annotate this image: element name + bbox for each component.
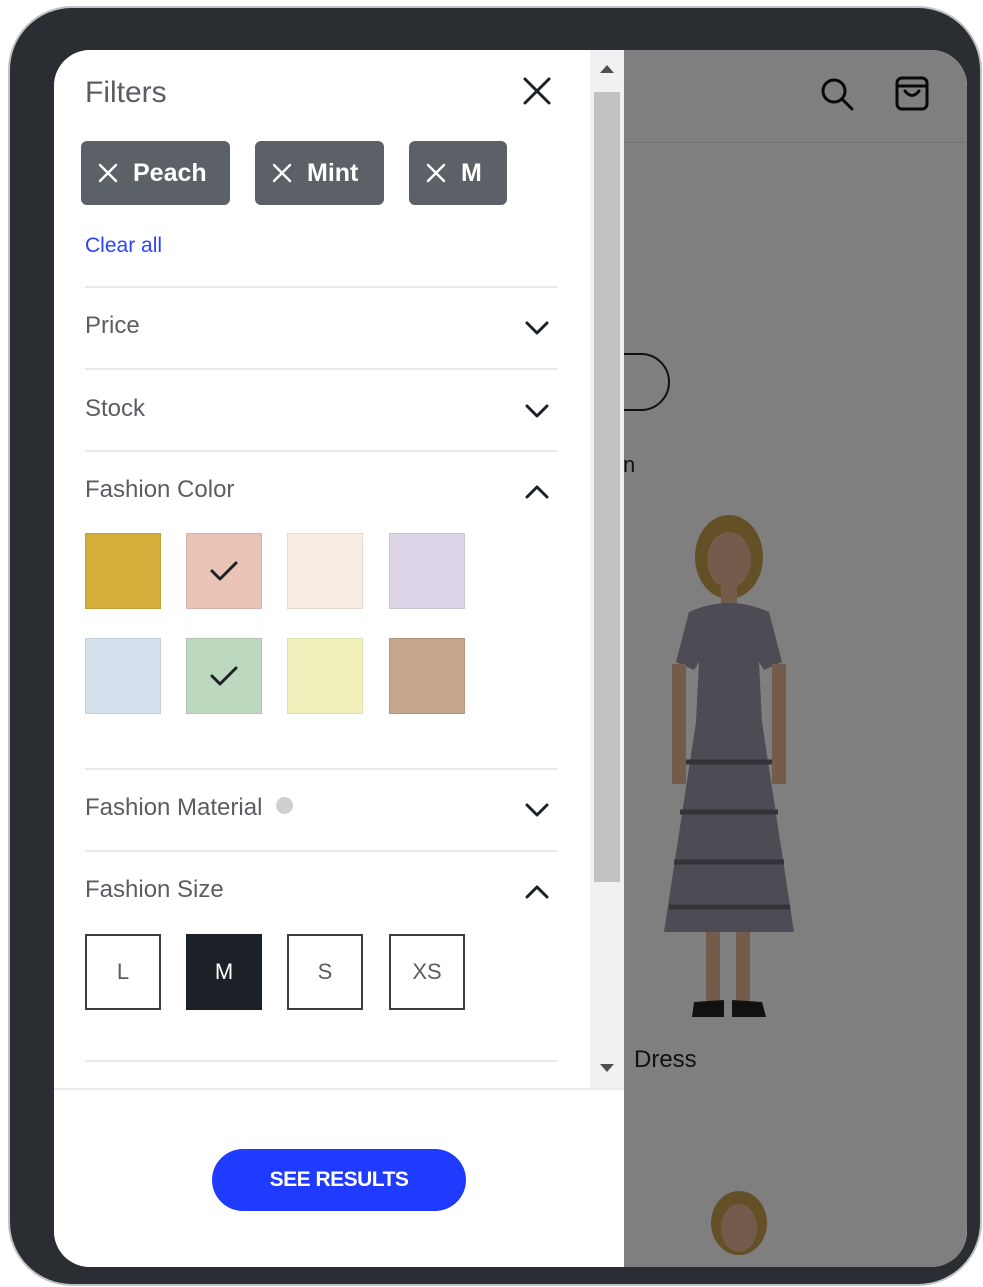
- size-option-m[interactable]: M: [186, 934, 262, 1010]
- remove-icon: [272, 163, 292, 183]
- chevron-down-icon: [525, 321, 549, 335]
- divider: [85, 768, 557, 770]
- active-filter-chip-mint[interactable]: Mint: [255, 141, 384, 205]
- chevron-down-icon: [525, 803, 549, 817]
- color-swatch[interactable]: [389, 638, 465, 714]
- size-option-xs[interactable]: XS: [389, 934, 465, 1010]
- info-icon[interactable]: [276, 797, 294, 814]
- divider: [85, 1060, 557, 1062]
- section-material-header[interactable]: Fashion Material: [85, 790, 557, 830]
- chevron-up-icon: [525, 485, 549, 499]
- section-price-header[interactable]: Price: [85, 308, 557, 348]
- color-swatch[interactable]: [186, 533, 262, 609]
- section-label: Fashion Size: [85, 876, 224, 903]
- divider: [85, 850, 557, 852]
- clear-all-link[interactable]: Clear all: [85, 234, 162, 258]
- section-stock-header[interactable]: Stock: [85, 391, 557, 431]
- color-swatch[interactable]: [85, 533, 161, 609]
- chevron-down-icon: [525, 404, 549, 418]
- drawer-footer: SEE RESULTS: [54, 1088, 624, 1267]
- chip-label: M: [461, 158, 482, 187]
- filter-drawer: Filters Peach Mint M Clear all Price Sto…: [54, 50, 624, 1267]
- color-swatch[interactable]: [85, 638, 161, 714]
- scrollbar-thumb[interactable]: [594, 92, 620, 882]
- section-label: Fashion Material: [85, 794, 294, 822]
- remove-icon: [426, 163, 446, 183]
- tablet-frame: n Dress: [10, 8, 980, 1284]
- size-option-s[interactable]: S: [287, 934, 363, 1010]
- divider: [85, 450, 557, 452]
- close-icon[interactable]: [520, 74, 554, 108]
- divider: [85, 368, 557, 370]
- chip-label: Mint: [307, 158, 359, 187]
- checkmark-icon: [210, 561, 238, 581]
- drawer-scrollbar[interactable]: [590, 50, 624, 1088]
- section-label-text: Fashion Material: [85, 794, 263, 821]
- scroll-up-arrow-icon[interactable]: [600, 65, 614, 73]
- see-results-button[interactable]: SEE RESULTS: [212, 1149, 466, 1211]
- section-label: Price: [85, 312, 140, 339]
- screen: n Dress: [54, 50, 967, 1267]
- checkmark-icon: [210, 666, 238, 686]
- section-size-header[interactable]: Fashion Size: [85, 872, 557, 912]
- color-swatch[interactable]: [287, 638, 363, 714]
- chevron-up-icon: [525, 885, 549, 899]
- size-option-l[interactable]: L: [85, 934, 161, 1010]
- color-swatch[interactable]: [389, 533, 465, 609]
- divider: [85, 286, 557, 288]
- section-label: Stock: [85, 395, 146, 422]
- remove-icon: [98, 163, 118, 183]
- drawer-title: Filters: [85, 76, 167, 109]
- section-color-header[interactable]: Fashion Color: [85, 472, 557, 512]
- chip-label: Peach: [133, 158, 207, 187]
- filter-drawer-content: Filters Peach Mint M Clear all Price Sto…: [54, 50, 590, 1088]
- color-swatch[interactable]: [287, 533, 363, 609]
- color-swatch[interactable]: [186, 638, 262, 714]
- active-filter-chip-m[interactable]: M: [409, 141, 507, 205]
- scroll-down-arrow-icon[interactable]: [600, 1064, 614, 1072]
- section-label: Fashion Color: [85, 476, 235, 503]
- active-filter-chip-peach[interactable]: Peach: [81, 141, 230, 205]
